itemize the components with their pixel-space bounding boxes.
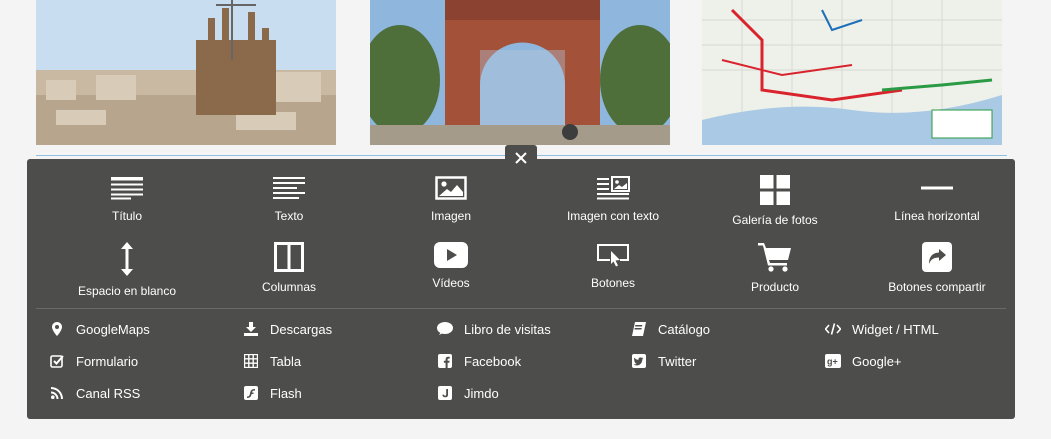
link-label: GoogleMaps [76,321,150,337]
title-icon [110,175,144,201]
tile-label: Vídeos [432,276,470,290]
link-rss[interactable]: Canal RSS [49,383,140,403]
link-comment[interactable]: Libro de visitas [437,319,551,339]
image-icon [435,175,467,201]
tile-button-cursor[interactable]: Botones [532,226,694,290]
close-panel-button[interactable] [505,145,537,175]
text-icon [272,175,306,201]
link-label: Widget / HTML [852,321,939,337]
panel-separator [36,308,1006,309]
link-google-plus[interactable]: g+ Google+ [825,351,902,371]
photo-arc-de-triomf[interactable] [370,0,670,145]
download-icon [243,321,259,337]
tile-label: Botones compartir [888,280,986,294]
close-icon [515,151,527,169]
image-text-icon [596,175,630,201]
link-book[interactable]: Catálogo [631,319,710,339]
map-pin-icon [49,321,65,337]
link-flash[interactable]: Flash [243,383,302,403]
link-map-pin[interactable]: GoogleMaps [49,319,150,339]
tile-label: Espacio en blanco [77,284,177,298]
link-facebook[interactable]: Facebook [437,351,521,371]
share-arrow-icon [922,242,952,272]
tile-label: Botones [590,276,636,290]
link-code[interactable]: Widget / HTML [825,319,939,339]
twitter-icon [631,353,647,369]
tile-vertical-arrows[interactable]: Espacio en blanco [46,226,208,298]
link-jimdo[interactable]: Jimdo [437,383,499,403]
photo-city-map[interactable] [702,0,1002,145]
gallery-icon [760,175,790,205]
jimdo-icon [437,385,453,401]
link-label: Twitter [658,353,697,369]
add-element-panel: Título Texto Imagen Imagen con texto Galería… [27,159,1015,419]
checkbox-icon [49,353,65,369]
link-download[interactable]: Descargas [243,319,332,339]
tile-video-play[interactable]: Vídeos [370,226,532,290]
button-cursor-icon [596,242,630,268]
comment-icon [437,321,453,337]
tile-label: Imagen con texto [566,209,660,223]
vertical-arrows-icon [119,242,135,276]
facebook-icon [437,353,453,369]
link-label: Libro de visitas [464,321,551,337]
shopping-cart-icon [758,242,792,272]
horizontal-line-icon [920,175,954,201]
tile-share-arrow[interactable]: Botones compartir [856,226,1018,294]
tile-label: Imagen [430,209,472,223]
link-label: Canal RSS [76,385,141,401]
tile-image-text[interactable]: Imagen con texto [532,159,694,223]
tile-label: Galería de fotos [732,213,818,227]
link-table[interactable]: Tabla [243,351,301,371]
code-icon [825,321,841,337]
book-icon [631,321,647,337]
tile-shopping-cart[interactable]: Producto [694,226,856,294]
tile-label: Línea horizontal [894,209,980,223]
tile-horizontal-line[interactable]: Línea horizontal [856,159,1018,223]
tile-label: Título [111,209,142,223]
link-label: Descargas [270,321,333,337]
table-icon [243,353,259,369]
tile-title[interactable]: Título [46,159,208,223]
tile-gallery[interactable]: Galería de fotos [694,159,856,227]
tile-label: Producto [750,280,800,294]
link-label: Flash [270,385,302,401]
photo-sagrada-familia[interactable] [36,0,336,145]
link-label: Formulario [76,353,139,369]
tile-text[interactable]: Texto [208,159,370,223]
link-checkbox[interactable]: Formulario [49,351,138,371]
google-plus-icon: g+ [825,353,841,369]
tile-columns[interactable]: Columnas [208,226,370,294]
columns-icon [274,242,304,272]
link-twitter[interactable]: Twitter [631,351,696,371]
svg-text:g+: g+ [827,357,838,367]
link-label: Facebook [464,353,522,369]
tile-label: Texto [274,209,304,223]
tile-label: Columnas [261,280,317,294]
link-label: Google+ [852,353,902,369]
link-label: Catálogo [658,321,711,337]
link-label: Jimdo [464,385,499,401]
flash-icon [243,385,259,401]
link-label: Tabla [270,353,302,369]
video-play-icon [434,242,468,268]
rss-icon [49,385,65,401]
